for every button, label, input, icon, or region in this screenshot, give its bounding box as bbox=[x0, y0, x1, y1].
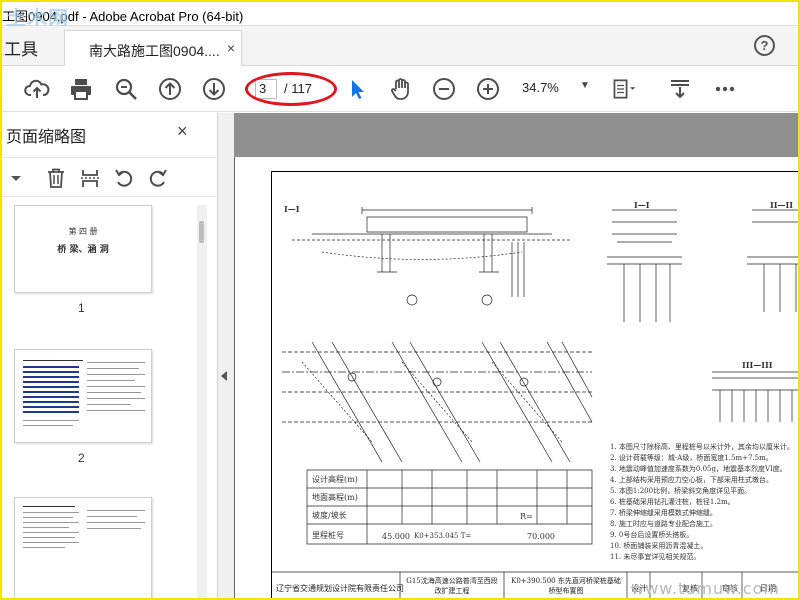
note-line: 6. 桩基础采用钻孔灌注桩，桩径1.2m。 bbox=[610, 498, 735, 506]
section-label-1: I—I bbox=[284, 204, 300, 214]
zoom-level-select[interactable]: 34.7% ▼ bbox=[522, 80, 590, 95]
section-label-ii: II—II bbox=[770, 200, 793, 210]
pdf-page: I—I I—I II—II III—III 设计高程(m) 地面高程(m) 坡度… bbox=[234, 157, 798, 598]
note-line: 7. 桥梁伸缩缝采用模数式伸缩缝。 bbox=[610, 509, 717, 517]
upload-icon[interactable] bbox=[24, 76, 50, 102]
tab-row: 工具 南大路施工图0904.... × ? bbox=[2, 26, 798, 66]
scroll-mode-icon[interactable] bbox=[667, 76, 693, 102]
zoom-out-icon[interactable] bbox=[431, 76, 457, 102]
note-line: 11. 未尽事宜详见相关规范。 bbox=[610, 553, 701, 561]
zoom-level-value: 34.7% bbox=[522, 80, 559, 95]
thumbnail-1-header: 第 四 册 bbox=[68, 227, 98, 236]
rotate-counterclockwise-icon[interactable] bbox=[112, 166, 136, 190]
footer-company: 辽宁省交通规划设计院有限责任公司 bbox=[276, 584, 404, 593]
thumbnails-panel-title: 页面缩略图 bbox=[6, 129, 87, 146]
note-line: 10. 桥面铺装采用沥青混凝土。 bbox=[610, 542, 708, 550]
panel-splitter[interactable] bbox=[218, 113, 234, 598]
thumbnail-page-1[interactable]: 第 四 册 桥 梁、涵 洞 bbox=[14, 205, 152, 293]
table-row-label: 设计高程(m) bbox=[312, 475, 358, 484]
thumbnail-page-2[interactable] bbox=[14, 349, 152, 443]
note-line: 9. 0号台后设置桥头搭板。 bbox=[610, 531, 694, 539]
rotate-clockwise-icon[interactable] bbox=[146, 166, 170, 190]
insert-page-icon[interactable] bbox=[78, 166, 102, 190]
table-value: R= bbox=[520, 512, 533, 521]
table-row-label: 坡度/坡长 bbox=[312, 511, 347, 520]
document-tab[interactable]: 南大路施工图0904.... × bbox=[64, 30, 242, 66]
delete-page-icon[interactable] bbox=[44, 166, 68, 190]
engineering-drawing: I—I I—I II—II III—III 设计高程(m) 地面高程(m) 坡度… bbox=[271, 171, 798, 598]
thumbnail-label: 2 bbox=[78, 451, 85, 465]
hand-icon[interactable] bbox=[388, 76, 414, 102]
more-icon[interactable] bbox=[712, 76, 738, 102]
thumbnail-page-3[interactable] bbox=[14, 497, 152, 598]
title-bar: 工图0904.pdf - Adobe Acrobat Pro (64-bit) … bbox=[2, 2, 798, 30]
red-highlight-circle bbox=[245, 72, 337, 106]
page-down-icon[interactable] bbox=[201, 76, 227, 102]
thumbnail-2-table bbox=[23, 366, 79, 414]
note-line: 8. 施工时应与道路专业配合施工。 bbox=[610, 520, 717, 528]
page-thumbnails-panel: 页面缩略图 × 第 四 册 桥 梁、涵 洞 1 2 bbox=[2, 113, 218, 598]
site-watermark-url: www.tumuw.com bbox=[631, 579, 780, 598]
options-dropdown-icon[interactable] bbox=[4, 166, 28, 190]
document-tab-label: 南大路施工图0904.... bbox=[89, 43, 220, 59]
table-row-label: 地面高程(m) bbox=[312, 493, 358, 502]
table-value: 70.000 bbox=[527, 532, 555, 541]
close-tab-icon[interactable]: × bbox=[227, 40, 235, 56]
footer-project: G15沈海高速公路普湾至西段改扩建工程 bbox=[406, 577, 498, 595]
thumbnails-toolbar bbox=[2, 157, 218, 197]
table-value: 45.000 bbox=[382, 532, 410, 541]
help-icon[interactable]: ? bbox=[754, 35, 775, 56]
note-line: 1. 本图尺寸除标高、里程桩号以米计外，其余均以厘米计。 bbox=[610, 443, 794, 451]
section-label-i: I—I bbox=[634, 200, 650, 210]
table-row-label: 里程桩号 bbox=[312, 531, 344, 540]
thumbnails-scrollbar[interactable] bbox=[197, 205, 207, 598]
thumbnails-scrollbar-thumb[interactable] bbox=[199, 221, 204, 243]
section-label-iii: III—III bbox=[742, 360, 773, 370]
zoom-search-icon[interactable] bbox=[113, 76, 139, 102]
acrobat-window: 工图0904.pdf - Adobe Acrobat Pro (64-bit) … bbox=[0, 0, 800, 600]
table-value: K0+353.045 T= bbox=[414, 532, 472, 540]
note-line: 5. 本图1:200比例，桥梁斜交角度详见平面。 bbox=[610, 487, 752, 495]
note-line: 3. 地震动峰值加速度系数为0.05g，地震基本烈度VI度。 bbox=[610, 465, 787, 473]
footer-sheet-title: K0+390.500 东先直河桥梁桩基础 桥型布置图 bbox=[511, 577, 621, 595]
note-line: 4. 上部结构采用预应力空心板，下部采用柱式墩台。 bbox=[610, 476, 773, 484]
select-arrow-icon[interactable] bbox=[344, 76, 370, 102]
collapse-panel-icon[interactable] bbox=[221, 371, 227, 381]
close-panel-icon[interactable]: × bbox=[177, 121, 188, 142]
thumbnail-1-title: 桥 梁、涵 洞 bbox=[57, 245, 109, 255]
chevron-down-icon: ▼ bbox=[580, 80, 590, 91]
document-view[interactable]: I—I I—I II—II III—III 设计高程(m) 地面高程(m) 坡度… bbox=[234, 113, 798, 598]
main-toolbar: 3 / 117 34.7% ▼ bbox=[2, 66, 798, 112]
note-line: 2. 设计荷载等级：城-A级，桥面宽度1.5m+7.5m。 bbox=[610, 454, 773, 462]
print-icon[interactable] bbox=[68, 76, 94, 102]
tools-tab[interactable]: 工具 bbox=[4, 35, 38, 60]
thumbnail-label: 1 bbox=[78, 301, 85, 315]
page-up-icon[interactable] bbox=[157, 76, 183, 102]
zoom-in-icon[interactable] bbox=[475, 76, 501, 102]
fit-page-icon[interactable] bbox=[611, 76, 637, 102]
